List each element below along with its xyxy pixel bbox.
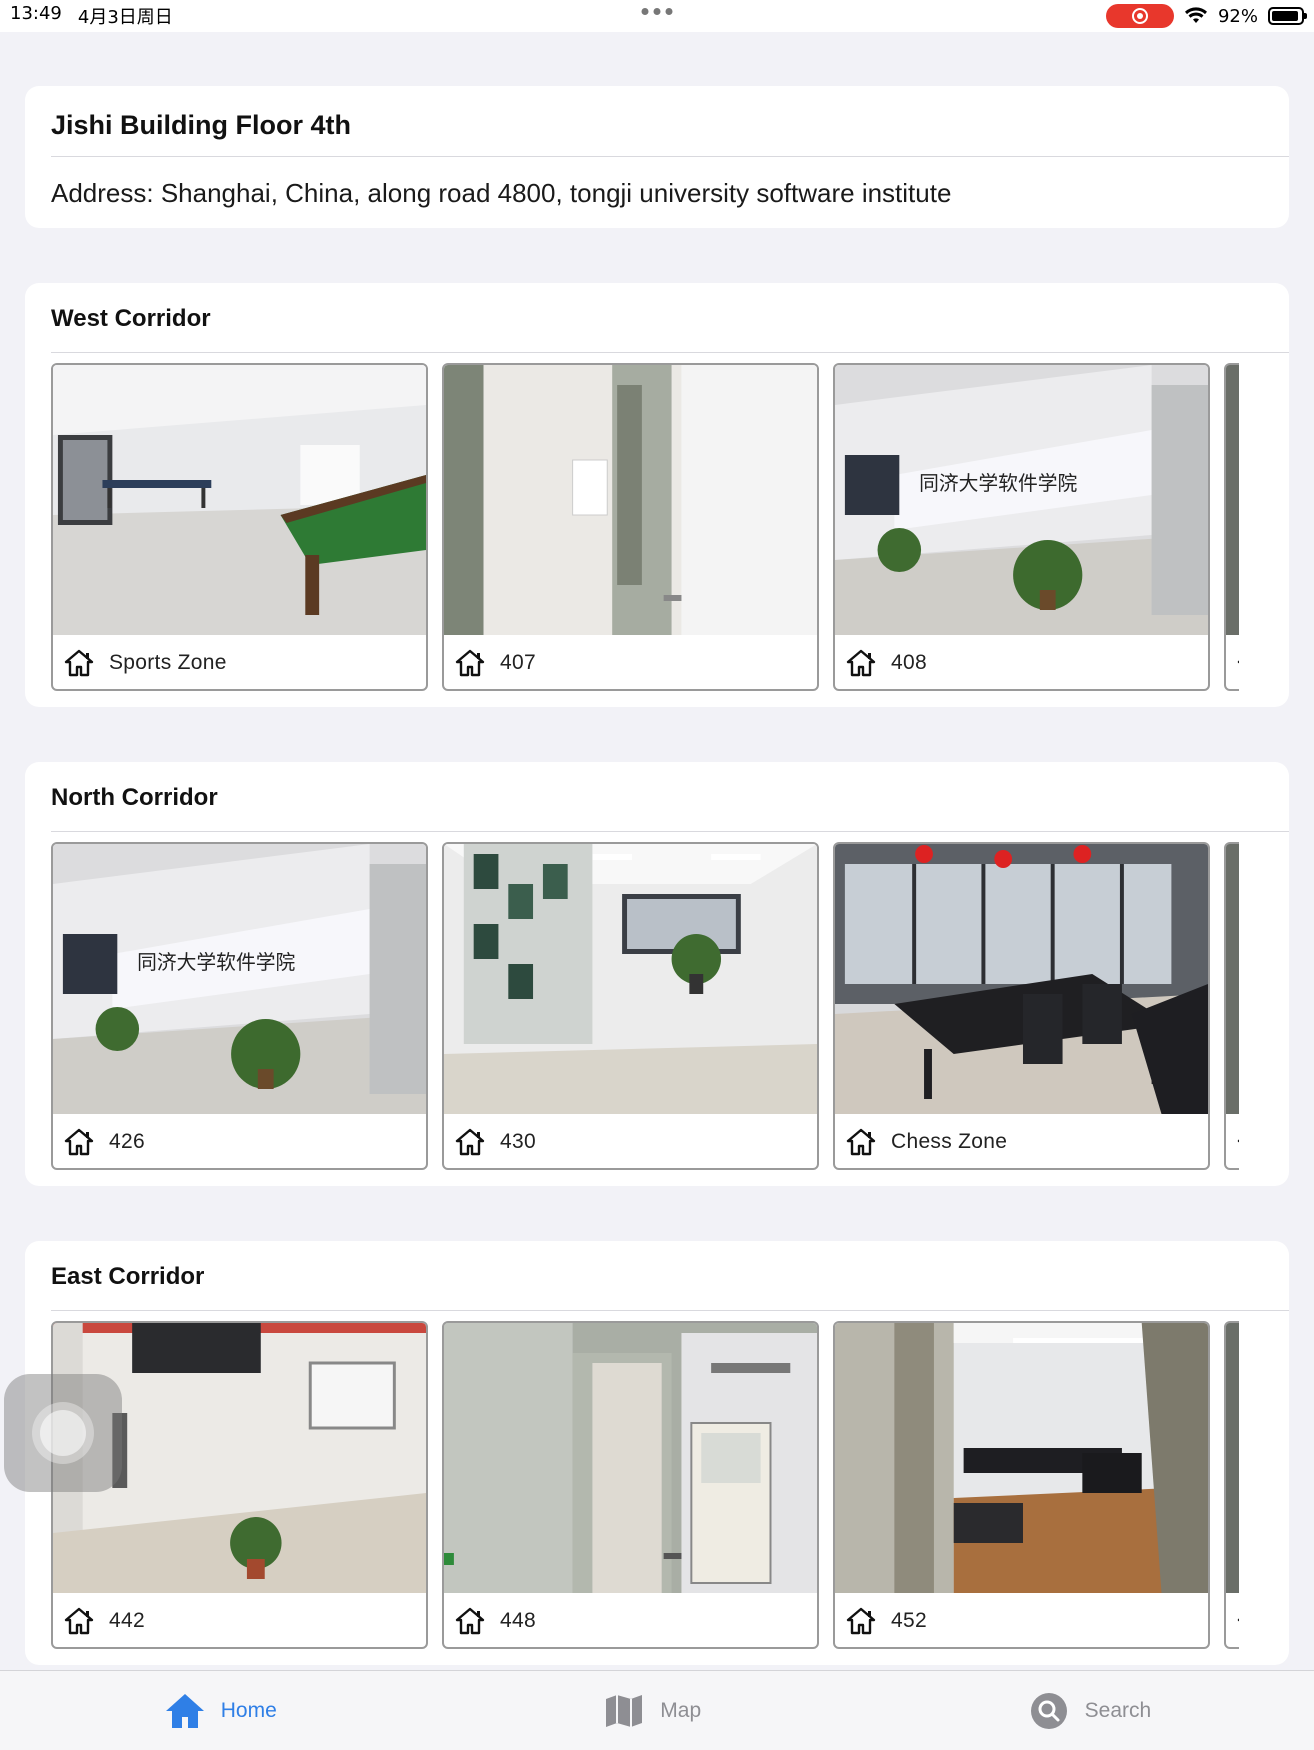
room-carousel[interactable]: 442 448 452 — [51, 1321, 1239, 1651]
house-icon — [455, 649, 485, 677]
status-time: 13:49 — [10, 3, 62, 24]
room-label: 442 — [109, 1609, 145, 1632]
room-card[interactable]: 同济大学软件学院 426 — [51, 842, 428, 1170]
divider — [51, 156, 1289, 157]
room-photo — [835, 844, 1208, 1114]
divider — [51, 352, 1289, 353]
tab-bar: Home Map Search — [0, 1670, 1314, 1750]
corridor-section: North Corridor 同济大学软件学院 426 430 Chess Zo… — [25, 762, 1289, 1186]
corridor-section: West Corridor Sports Zone 407 同济大学软件学院 4… — [25, 283, 1289, 707]
house-icon — [1237, 1139, 1239, 1143]
status-left: 13:49 4月3日周日 — [10, 3, 173, 29]
house-icon — [455, 1128, 485, 1156]
room-photo — [444, 844, 817, 1114]
house-icon — [455, 1607, 485, 1635]
room-card-footer: 430 — [444, 1114, 817, 1168]
room-label: Sports Zone — [109, 651, 227, 674]
room-card-footer: Chess Zone — [835, 1114, 1208, 1168]
room-label: Chess Zone — [891, 1130, 1008, 1153]
room-carousel[interactable]: 同济大学软件学院 426 430 Chess Zone — [51, 842, 1239, 1172]
section-title: West Corridor — [51, 305, 211, 332]
room-card-footer: 408 — [835, 635, 1208, 689]
room-card-footer — [1226, 1593, 1239, 1647]
tab-search-label: Search — [1084, 1698, 1152, 1722]
room-card[interactable]: Sports Zone — [51, 363, 428, 691]
room-photo — [1226, 365, 1239, 635]
status-bar: 13:49 4月3日周日 92% — [0, 0, 1314, 32]
section-title: East Corridor — [51, 1263, 205, 1290]
building-address: Address: Shanghai, China, along road 480… — [51, 178, 952, 208]
room-card-footer: 442 — [53, 1593, 426, 1647]
section-title: North Corridor — [51, 784, 218, 811]
room-label: 408 — [891, 651, 927, 674]
room-card-footer — [1226, 1114, 1239, 1168]
room-card-footer: 448 — [444, 1593, 817, 1647]
room-label: 452 — [891, 1609, 927, 1632]
room-photo — [835, 1323, 1208, 1593]
home-icon — [165, 1693, 204, 1728]
status-date: 4月3日周日 — [77, 7, 173, 28]
house-icon — [1237, 660, 1239, 664]
page-title: Jishi Building Floor 4th — [51, 110, 351, 140]
room-card[interactable]: 430 — [442, 842, 819, 1170]
room-label: 430 — [500, 1130, 536, 1153]
room-card[interactable]: 同济大学软件学院 408 — [833, 363, 1210, 691]
house-icon — [846, 1607, 876, 1635]
tab-home-label: Home — [220, 1698, 277, 1722]
room-photo — [1226, 844, 1239, 1114]
room-card-footer — [1226, 635, 1239, 689]
room-photo: 同济大学软件学院 — [835, 365, 1208, 635]
room-photo — [444, 1323, 817, 1593]
room-photo: 同济大学软件学院 — [53, 844, 426, 1114]
status-right: 92% — [1105, 4, 1307, 28]
house-icon — [1237, 1618, 1239, 1622]
room-card-footer: 426 — [53, 1114, 426, 1168]
room-photo — [444, 365, 817, 635]
house-icon — [64, 649, 94, 677]
room-card[interactable]: 407 — [442, 363, 819, 691]
building-info-card: Jishi Building Floor 4th Address: Shangh… — [25, 86, 1289, 228]
room-card-footer: 452 — [835, 1593, 1208, 1647]
room-label: 448 — [500, 1609, 536, 1632]
room-card-peek[interactable] — [1224, 842, 1239, 1170]
search-icon — [1030, 1692, 1067, 1729]
battery-icon — [1268, 7, 1307, 25]
corridor-section: East Corridor 442 448 452 — [25, 1241, 1289, 1665]
room-card[interactable]: 452 — [833, 1321, 1210, 1649]
tab-search[interactable]: Search — [1027, 1691, 1152, 1731]
wifi-icon — [1184, 7, 1207, 23]
room-card[interactable]: Chess Zone — [833, 842, 1210, 1170]
screen-record-indicator[interactable] — [1105, 4, 1174, 28]
divider — [51, 831, 1289, 832]
room-card-peek[interactable] — [1224, 363, 1239, 691]
room-card-peek[interactable] — [1224, 1321, 1239, 1649]
room-carousel[interactable]: Sports Zone 407 同济大学软件学院 408 — [51, 363, 1239, 693]
divider — [51, 1310, 1289, 1311]
tab-map[interactable]: Map — [602, 1691, 701, 1731]
battery-percent: 92% — [1217, 5, 1258, 27]
tab-map-label: Map — [660, 1698, 702, 1722]
room-card-footer: 407 — [444, 635, 817, 689]
assistive-touch-button[interactable] — [4, 1374, 122, 1492]
room-card[interactable]: 448 — [442, 1321, 819, 1649]
multitasking-dots[interactable] — [641, 8, 673, 15]
house-icon — [846, 1128, 876, 1156]
room-label: 407 — [500, 651, 536, 674]
house-icon — [846, 649, 876, 677]
map-icon — [606, 1694, 643, 1727]
room-label: 426 — [109, 1130, 145, 1153]
svg-text:同济大学软件学院: 同济大学软件学院 — [137, 951, 295, 974]
svg-text:同济大学软件学院: 同济大学软件学院 — [919, 472, 1077, 495]
room-card-footer: Sports Zone — [53, 635, 426, 689]
room-photo — [1226, 1323, 1239, 1593]
house-icon — [64, 1607, 94, 1635]
tab-home[interactable]: Home — [163, 1691, 277, 1731]
house-icon — [64, 1128, 94, 1156]
room-photo — [53, 365, 426, 635]
